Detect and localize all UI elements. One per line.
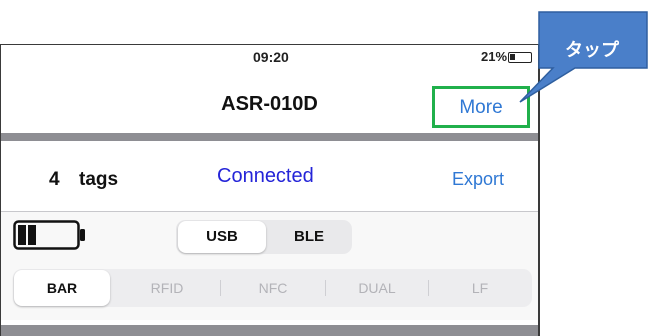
connection-row: USB BLE — [1, 212, 538, 262]
status-battery-percent: 21% — [481, 49, 508, 64]
connection-status: Connected — [217, 165, 314, 187]
tag-count: 4 — [49, 169, 60, 190]
segment-ble[interactable]: BLE — [266, 220, 352, 254]
more-button[interactable]: More — [432, 86, 530, 128]
device-battery-icon — [13, 220, 85, 250]
tags-row: 4 tags Connected Export — [1, 141, 538, 211]
divider — [1, 133, 538, 141]
segment-usb[interactable]: USB — [178, 221, 266, 253]
tap-callout-label: タップ — [565, 40, 619, 61]
app-screen: 09:20 21% ASR-010D More 4 tags Connected… — [0, 44, 540, 336]
status-time: 09:20 — [253, 49, 289, 65]
segment-lf[interactable]: LF — [429, 269, 531, 307]
mode-row: BAR RFID NFC DUAL LF — [1, 262, 538, 320]
segment-dual[interactable]: DUAL — [326, 269, 428, 307]
segment-nfc[interactable]: NFC — [221, 269, 325, 307]
status-battery-icon — [508, 52, 532, 63]
tag-count-label: tags — [79, 169, 119, 190]
navigation-bar: ASR-010D More — [1, 77, 538, 133]
segment-rfid[interactable]: RFID — [117, 269, 217, 307]
export-button[interactable]: Export — [452, 169, 504, 190]
status-bar: 09:20 21% — [1, 45, 538, 71]
connection-segmented-control: USB BLE — [176, 220, 352, 254]
divider — [1, 325, 538, 336]
mode-segmented-control: BAR RFID NFC DUAL LF — [13, 269, 532, 307]
segment-bar[interactable]: BAR — [14, 270, 110, 306]
